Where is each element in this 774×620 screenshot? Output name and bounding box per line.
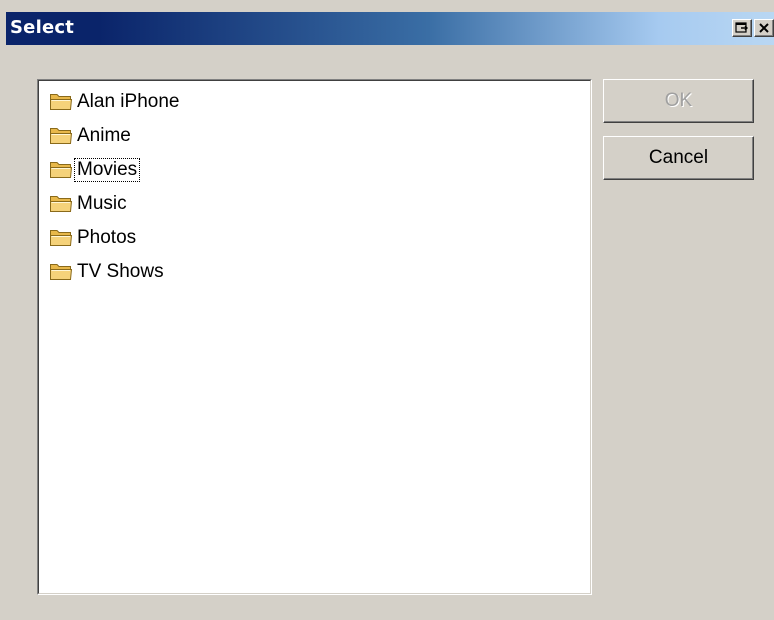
folder-icon bbox=[50, 162, 73, 178]
folder-list[interactable]: Alan iPhone Anime Movies Music Photos TV Show… bbox=[37, 79, 592, 595]
close-button[interactable] bbox=[754, 19, 774, 37]
list-item-label: Anime bbox=[77, 125, 131, 146]
folder-icon bbox=[50, 264, 73, 280]
folder-icon bbox=[50, 128, 73, 144]
undock-icon bbox=[735, 22, 748, 33]
folder-icon bbox=[50, 94, 73, 110]
list-item-label: TV Shows bbox=[77, 261, 164, 282]
list-item[interactable]: Photos bbox=[49, 223, 138, 253]
list-item[interactable]: Alan iPhone bbox=[49, 87, 181, 117]
list-item[interactable]: Movies bbox=[49, 155, 141, 185]
list-item[interactable]: Anime bbox=[49, 121, 133, 151]
folder-icon bbox=[50, 196, 73, 212]
list-item-label: Photos bbox=[77, 227, 137, 248]
list-item-label: Alan iPhone bbox=[77, 91, 180, 112]
cancel-button-label: Cancel bbox=[648, 147, 709, 168]
window-title: Select bbox=[10, 17, 75, 38]
list-item-label: Music bbox=[77, 193, 127, 214]
list-item[interactable]: TV Shows bbox=[49, 257, 166, 287]
folder-list-inner: Alan iPhone Anime Movies Music Photos TV Show… bbox=[38, 80, 591, 594]
list-item-label: Movies bbox=[73, 158, 141, 182]
folder-icon bbox=[50, 230, 73, 246]
ok-button[interactable]: OK bbox=[603, 79, 754, 123]
list-item[interactable]: Music bbox=[49, 189, 129, 219]
ok-button-label: OK bbox=[664, 90, 693, 111]
cancel-button[interactable]: Cancel bbox=[603, 136, 754, 180]
select-dialog: Select Alan iPhone Anime Movies Music Photos… bbox=[0, 0, 774, 620]
undock-button[interactable] bbox=[732, 19, 752, 37]
close-icon bbox=[759, 23, 769, 33]
title-bar[interactable]: Select bbox=[6, 12, 774, 45]
